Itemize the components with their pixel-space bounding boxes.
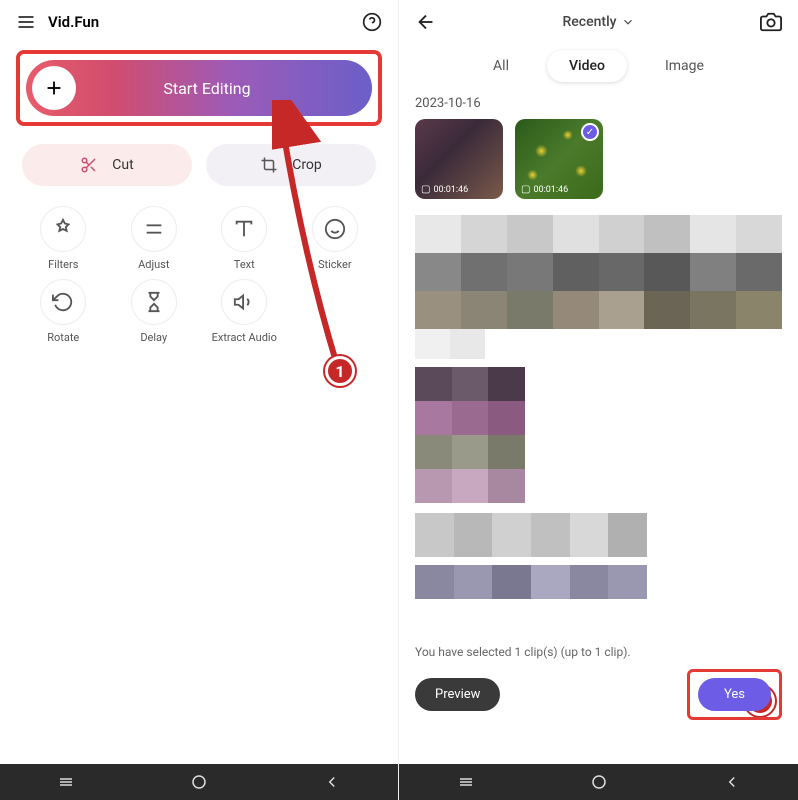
tab-image[interactable]: Image: [643, 50, 726, 82]
cut-button[interactable]: Cut: [22, 144, 192, 186]
blurred-content: [399, 367, 798, 503]
right-screen: Recently All Video Image 2023-10-16 ▢00:…: [399, 0, 798, 800]
video-thumbnail[interactable]: ▢00:01:46: [415, 119, 503, 199]
scissors-icon: [80, 156, 98, 174]
home-icon[interactable]: [590, 773, 608, 791]
android-nav-bar: [399, 764, 798, 800]
video-icon: ▢: [421, 184, 430, 195]
chevron-down-icon: [621, 15, 635, 29]
hourglass-icon: [143, 291, 165, 313]
crop-label: Crop: [292, 157, 322, 173]
menu-icon[interactable]: [16, 12, 36, 32]
rotate-icon: [52, 291, 74, 313]
blurred-content: [399, 215, 798, 359]
smile-icon: [324, 218, 346, 240]
home-icon[interactable]: [190, 773, 208, 791]
picker-header: Recently: [399, 0, 798, 44]
tool-extract-audio[interactable]: Extract Audio: [203, 279, 286, 344]
start-editing-button[interactable]: Start Editing: [26, 60, 372, 116]
step-badge-1: 1: [325, 356, 355, 386]
selected-check-icon: ✓: [581, 123, 599, 141]
start-editing-label: Start Editing: [82, 79, 372, 98]
preview-button[interactable]: Preview: [415, 678, 500, 711]
thumbnail-row: ▢00:01:46 ✓ ▢00:01:46: [399, 119, 798, 199]
recent-apps-icon[interactable]: [457, 773, 475, 791]
tool-sticker[interactable]: Sticker: [294, 206, 377, 271]
back-arrow-icon[interactable]: [415, 11, 437, 33]
tool-filters[interactable]: Filters: [22, 206, 105, 271]
back-icon[interactable]: [323, 773, 341, 791]
volume-icon: [233, 291, 255, 313]
recent-apps-icon[interactable]: [57, 773, 75, 791]
back-icon[interactable]: [723, 773, 741, 791]
tab-video[interactable]: Video: [547, 50, 627, 82]
text-icon: [233, 218, 255, 240]
tools-grid: Filters Adjust Text Sticker Rotate Delay…: [0, 194, 398, 356]
thumb-duration: ▢00:01:46: [421, 184, 468, 195]
android-nav-bar: [0, 764, 398, 800]
crop-button[interactable]: Crop: [206, 144, 376, 186]
cut-label: Cut: [112, 157, 133, 173]
tool-text[interactable]: Text: [203, 206, 286, 271]
date-label: 2023-10-16: [399, 96, 798, 119]
yes-button[interactable]: Yes: [698, 678, 771, 711]
tool-rotate[interactable]: Rotate: [22, 279, 105, 344]
selection-footer: You have selected 1 clip(s) (up to 1 cli…: [399, 631, 798, 732]
crop-icon: [260, 156, 278, 174]
selection-message: You have selected 1 clip(s) (up to 1 cli…: [415, 645, 782, 659]
video-icon: ▢: [521, 184, 530, 195]
blurred-content: [399, 513, 798, 557]
app-header: Vid.Fun: [0, 0, 398, 44]
sliders-icon: [143, 218, 165, 240]
left-screen: Vid.Fun Start Editing Cut Crop: [0, 0, 399, 800]
album-dropdown[interactable]: Recently: [437, 14, 760, 30]
help-icon[interactable]: [362, 12, 382, 32]
tool-delay[interactable]: Delay: [113, 279, 196, 344]
step-highlight-2: Yes: [687, 669, 782, 720]
step-highlight-1: Start Editing: [16, 50, 382, 126]
video-thumbnail[interactable]: ✓ ▢00:01:46: [515, 119, 603, 199]
camera-icon[interactable]: [760, 11, 782, 33]
plus-icon: [32, 66, 76, 110]
media-tabs: All Video Image: [399, 50, 798, 82]
tool-adjust[interactable]: Adjust: [113, 206, 196, 271]
thumb-duration: ▢00:01:46: [521, 184, 568, 195]
blurred-content: [399, 565, 798, 599]
app-title: Vid.Fun: [48, 13, 362, 31]
puzzle-icon: [52, 218, 74, 240]
cut-crop-row: Cut Crop: [22, 144, 376, 186]
tab-all[interactable]: All: [471, 50, 531, 82]
